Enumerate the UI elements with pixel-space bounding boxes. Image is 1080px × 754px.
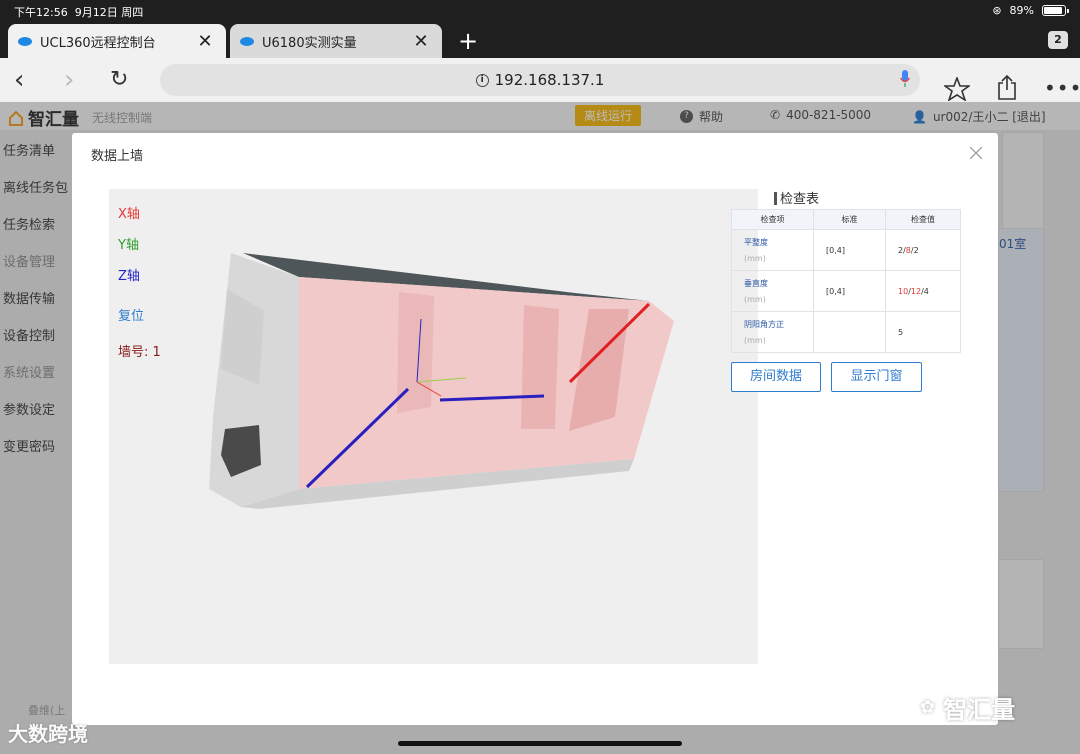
forward-icon[interactable]: › xyxy=(64,66,74,94)
room-data-button[interactable]: 房间数据 xyxy=(731,362,821,392)
check-item-name: 平整度 xyxy=(744,238,768,247)
check-standard: [0,4] xyxy=(813,270,886,312)
check-standard: [0,4] xyxy=(813,229,886,271)
share-icon[interactable] xyxy=(996,74,1018,100)
tab-title: UCL360远程控制台 xyxy=(40,35,156,51)
tab-count-button[interactable]: 2 xyxy=(1048,31,1068,49)
microphone-icon[interactable] xyxy=(900,70,910,88)
browser-toolbar: ‹ › ↻ i 192.168.137.1 ••• xyxy=(0,58,1080,102)
tab-close-icon[interactable]: ✕ xyxy=(412,31,430,52)
reload-icon[interactable]: ↻ xyxy=(110,66,128,94)
point-cloud-scene[interactable] xyxy=(109,189,758,664)
close-icon[interactable] xyxy=(970,147,982,159)
info-icon: i xyxy=(475,73,489,87)
column-header: 标准 xyxy=(813,209,886,230)
check-item-unit: (mm) xyxy=(744,254,766,263)
check-item-name: 阴阳角方正 xyxy=(744,320,784,329)
rotation-lock-icon: ⊛ xyxy=(992,4,1002,17)
battery-percent: 89% xyxy=(1009,4,1034,17)
table-header-row: 检查项 标准 检查值 xyxy=(731,209,961,230)
new-tab-icon[interactable]: + xyxy=(458,27,478,55)
check-item-name: 垂直度 xyxy=(744,279,768,288)
column-header: 检查项 xyxy=(731,209,814,230)
column-header: 检查值 xyxy=(885,209,961,230)
watermark-right: ✿ 智汇量 xyxy=(920,696,1016,724)
check-table-title: 检查表 xyxy=(774,188,819,207)
watermark-left: 叠维(上 大数跨境 xyxy=(8,704,88,746)
address-bar[interactable]: i 192.168.137.1 xyxy=(160,64,920,96)
check-standard xyxy=(813,311,886,353)
check-item-unit: (mm) xyxy=(744,336,766,345)
check-item-unit: (mm) xyxy=(744,295,766,304)
z-axis-button[interactable]: Z轴 xyxy=(118,265,140,284)
bookmark-star-icon[interactable] xyxy=(944,77,970,101)
3d-viewer[interactable]: X轴 Y轴 Z轴 复位 墙号: 1 xyxy=(109,189,758,664)
check-value: 10/12/4 xyxy=(885,270,961,312)
cloud-favicon-icon xyxy=(18,36,32,46)
tab-title: U6180实测实量 xyxy=(262,35,357,51)
more-icon[interactable]: ••• xyxy=(1044,76,1080,100)
cloud-favicon-icon xyxy=(240,36,254,46)
check-table: 检查项 标准 检查值 平整度 (mm) [0,4] 2/8/2 垂直度 (mm) [… xyxy=(731,209,961,353)
pillar-right xyxy=(521,305,559,429)
status-time: 下午12:56 9月12日 周四 xyxy=(14,6,144,19)
table-row: 平整度 (mm) [0,4] 2/8/2 xyxy=(731,229,961,271)
table-row: 垂直度 (mm) [0,4] 10/12/4 xyxy=(731,270,961,312)
data-wall-dialog: 数据上墙 X轴 Y轴 Z轴 复位 墙号: 1 检查表 检查项 标准 检查值 平整… xyxy=(72,133,998,725)
dialog-title: 数据上墙 xyxy=(91,149,144,164)
show-doors-windows-button[interactable]: 显示门窗 xyxy=(831,362,922,392)
x-axis-button[interactable]: X轴 xyxy=(118,203,140,222)
check-value: 2/8/2 xyxy=(885,229,961,271)
tab-ucl360[interactable]: UCL360远程控制台 ✕ xyxy=(8,24,226,58)
status-bar: 下午12:56 9月12日 周四 ⊛ 89% xyxy=(0,0,1080,22)
tab-u6180[interactable]: U6180实测实量 ✕ xyxy=(230,24,442,58)
back-icon[interactable]: ‹ xyxy=(14,66,24,94)
wall-number: 墙号: 1 xyxy=(118,345,161,360)
reset-button[interactable]: 复位 xyxy=(118,305,144,324)
home-indicator xyxy=(398,741,682,746)
tab-strip: UCL360远程控制台 ✕ U6180实测实量 ✕ xyxy=(0,22,1080,58)
table-row: 阴阳角方正 (mm) 5 xyxy=(731,311,961,353)
check-value: 5 xyxy=(885,311,961,353)
y-axis-button[interactable]: Y轴 xyxy=(118,234,139,253)
url-text: 192.168.137.1 xyxy=(494,71,605,89)
wechat-icon: ✿ xyxy=(920,697,936,718)
tab-close-icon[interactable]: ✕ xyxy=(196,31,214,52)
battery-icon xyxy=(1042,5,1069,16)
